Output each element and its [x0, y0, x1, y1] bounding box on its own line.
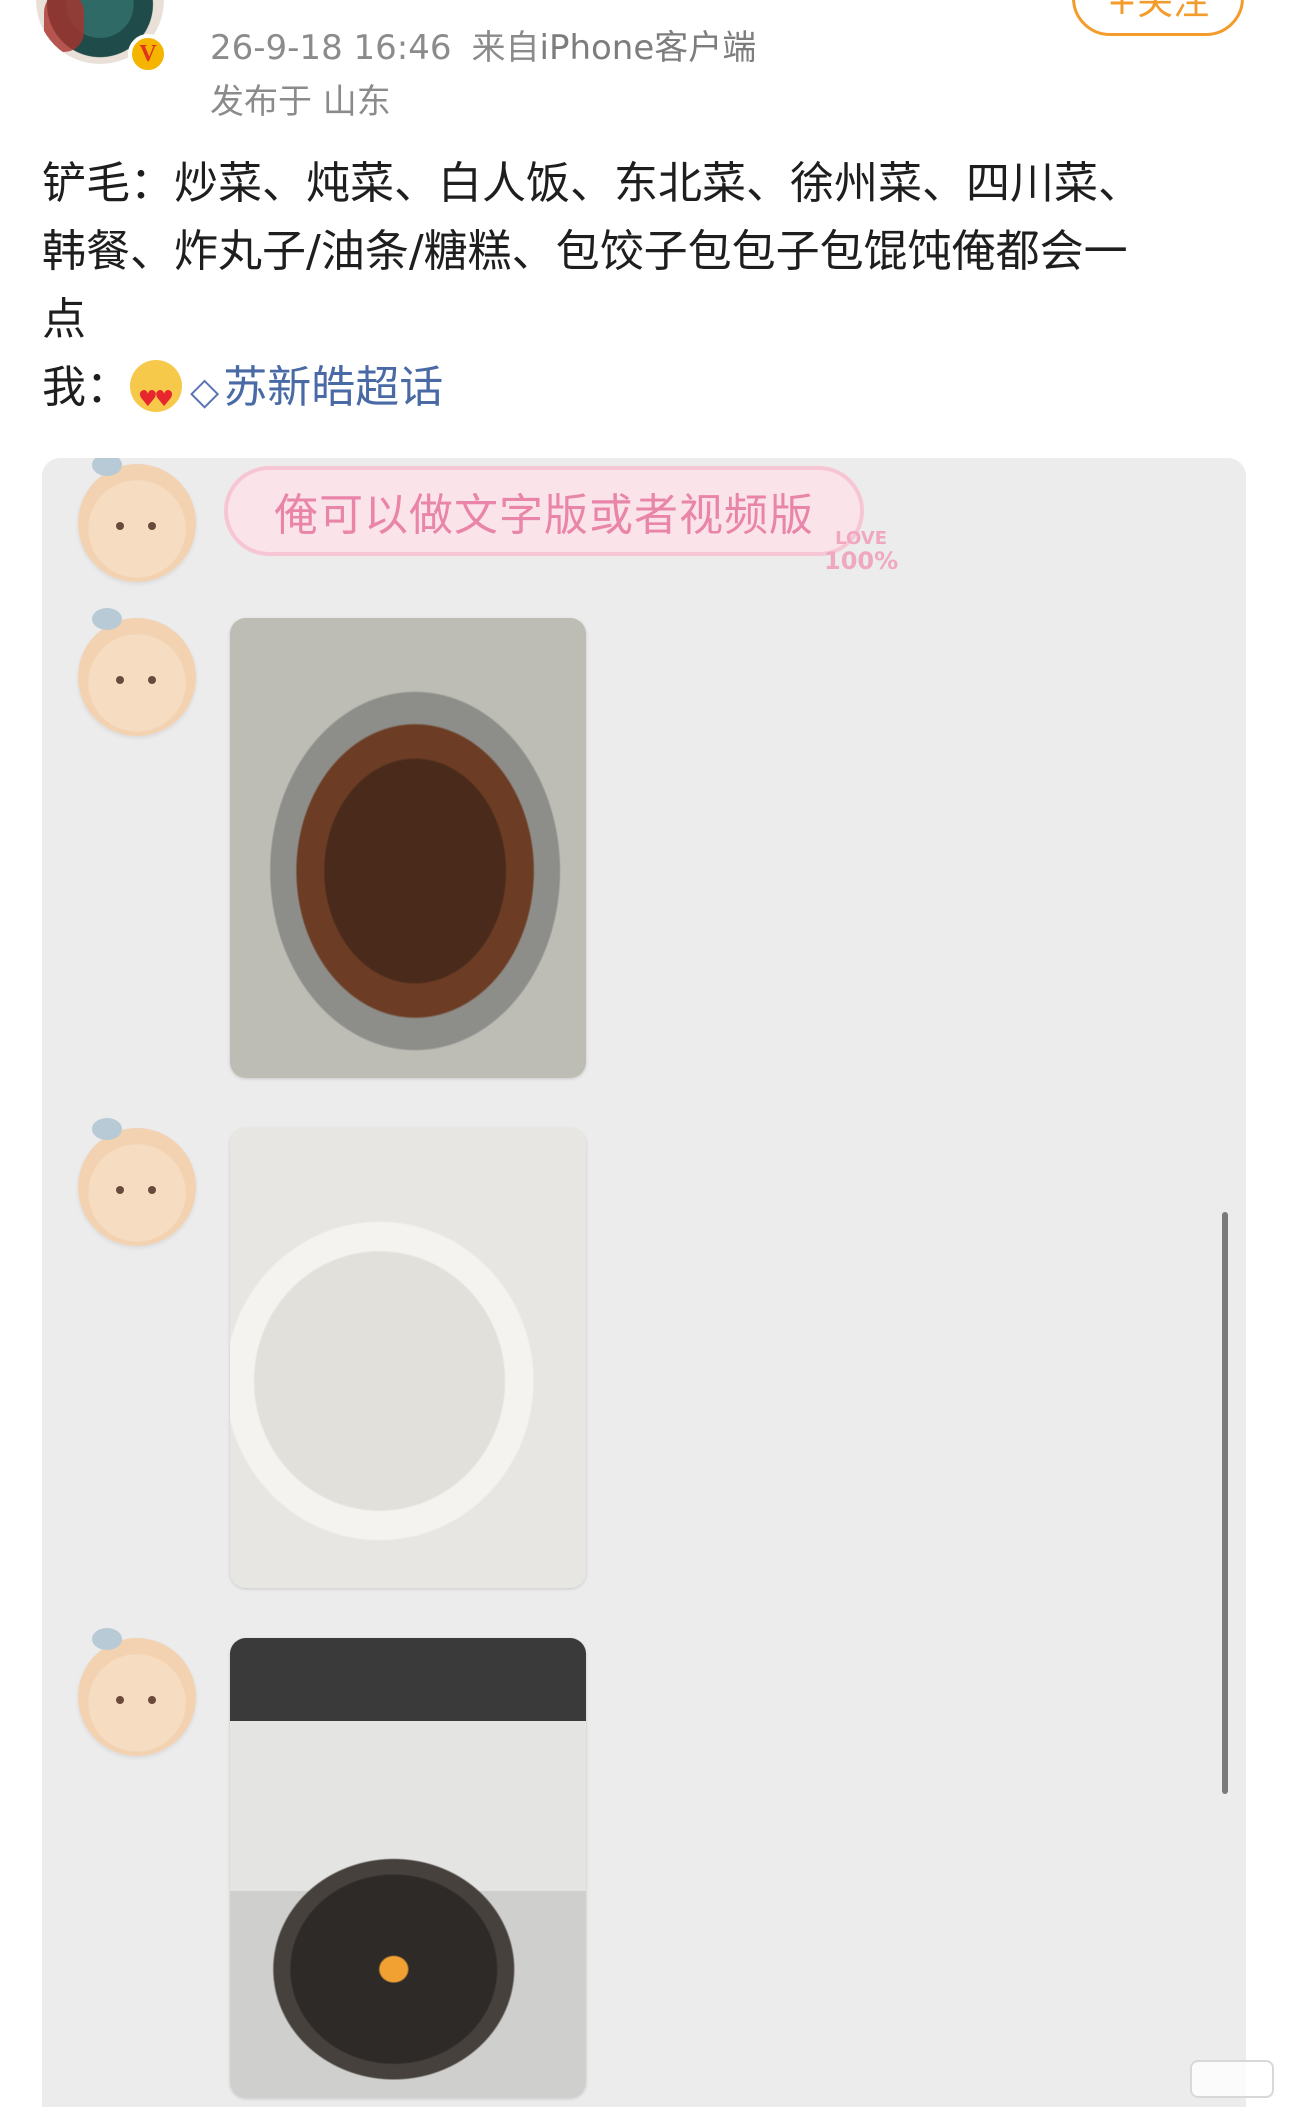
verified-badge-icon: V	[128, 34, 168, 74]
post-timestamp: 26-9-18 16:46	[210, 28, 452, 68]
scrollbar[interactable]	[1222, 1212, 1228, 1794]
braised-beef-photo[interactable]	[230, 618, 586, 1078]
post-text-line: 铲毛：炒菜、炖菜、白人饭、东北菜、徐州菜、四川菜、	[42, 158, 1142, 209]
chat-bubble-sticker: 俺可以做文字版或者视频版	[224, 466, 864, 556]
chat-avatar-bunny	[78, 1118, 196, 1246]
verified-badge-label: V	[139, 40, 157, 67]
love-sticker: LOVE 100%	[824, 528, 899, 575]
follow-button[interactable]: +关注	[1072, 0, 1244, 36]
post-location: 发布于 山东	[210, 82, 391, 122]
post-meta-line: 26-9-18 16:46 来自iPhone客户端	[210, 20, 756, 69]
post-text-line: 点	[42, 294, 86, 345]
post-source-label: 来自	[471, 28, 540, 68]
love-sticker-percent: 100%	[824, 547, 899, 575]
post-text: 铲毛：炒菜、炖菜、白人饭、东北菜、徐州菜、四川菜、 韩餐、炸丸子/油条/糖糕、包…	[42, 150, 1252, 434]
chat-bubble-text: 俺可以做文字版或者视频版	[274, 490, 814, 541]
diamond-topic-icon: ◇	[190, 369, 220, 413]
post-text-line-with-topic: 我： ◇苏新皓超话	[42, 354, 1252, 434]
congee-photo[interactable]	[230, 1128, 586, 1588]
frying-cakes-photo[interactable]	[230, 1638, 586, 2098]
post-client[interactable]: iPhone客户端	[540, 28, 757, 68]
post-text-line: 韩餐、炸丸子/油条/糖糕、包饺子包包子包馄饨俺都会一	[42, 226, 1128, 277]
super-topic-link[interactable]: 苏新皓超话	[223, 362, 443, 413]
follow-button-label: +关注	[1106, 0, 1210, 23]
watermark-badge	[1190, 2060, 1274, 2098]
chat-avatar-bunny	[78, 458, 196, 582]
post-text-prefix: 我：	[42, 362, 130, 413]
post-image-card[interactable]: 俺可以做文字版或者视频版 LOVE 100%	[42, 458, 1246, 2107]
chat-avatar-bunny	[78, 608, 196, 736]
chat-avatar-bunny	[78, 1628, 196, 1756]
heart-eyes-emoji-icon	[130, 360, 182, 434]
